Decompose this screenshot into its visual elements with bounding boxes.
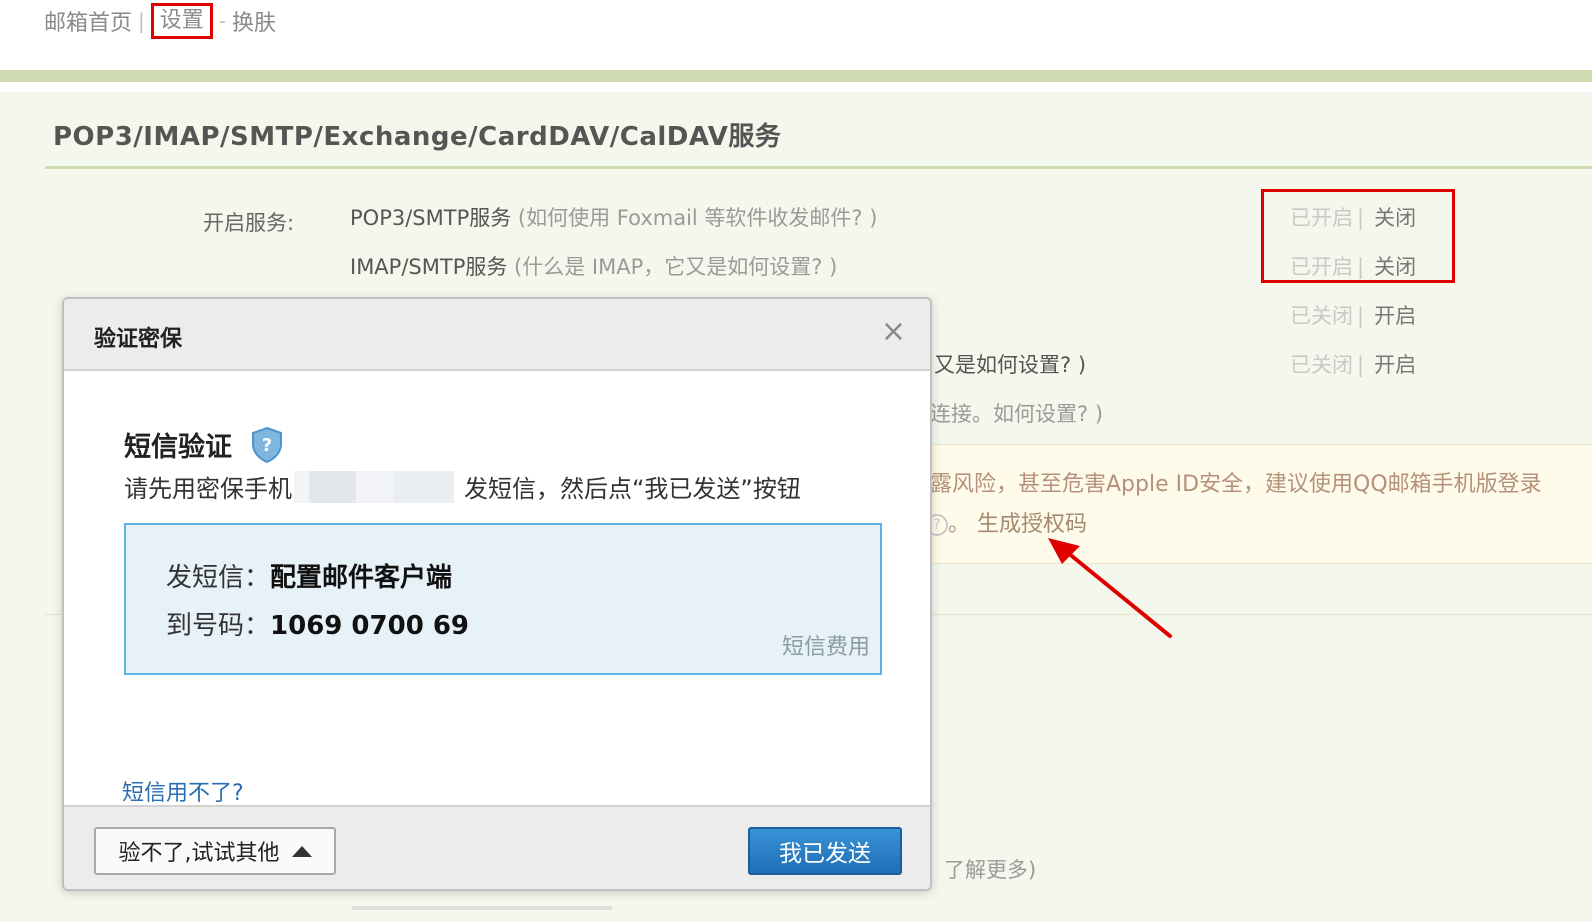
service-status-row: 已关闭 | 开启 (1290, 349, 1416, 379)
service-help-link[interactable]: 连接。如何设置? ) (930, 402, 1103, 426)
service-name: POP3/SMTP服务 (350, 206, 512, 230)
try-other-method-button[interactable]: 验不了,试试其他 (94, 827, 336, 875)
sms-fee-link[interactable]: 短信费用 (782, 629, 870, 661)
status-text: 已关闭 (1290, 353, 1353, 377)
learn-more-link[interactable]: 了解更多) (944, 854, 1036, 884)
nav-change-skin[interactable]: 换肤 (232, 5, 276, 37)
sms-instruction: 请先用密保手机 发短信，然后点“我已发送”按钮 (124, 469, 801, 504)
service-row-pop3: POP3/SMTP服务 (如何使用 Foxmail 等软件收发邮件? ) (350, 202, 877, 232)
sms-heading-text: 短信验证 (124, 432, 232, 463)
sms-unavailable-link[interactable]: 短信用不了? (122, 775, 244, 807)
punctuation: 。 (948, 512, 971, 537)
status-separator: | (1357, 353, 1365, 377)
sms-content-line: 发短信：配置邮件客户端 (166, 557, 452, 594)
top-navigation: 邮箱首页 | 设置 - 换肤 (44, 3, 276, 39)
instruction-prefix: 请先用密保手机 (124, 475, 292, 503)
nav-mailbox-home[interactable]: 邮箱首页 (44, 5, 132, 37)
send-label: 发短信： (166, 563, 271, 593)
status-separator: | (1357, 304, 1365, 328)
service-status-row: 已关闭 | 开启 (1290, 300, 1416, 330)
service-row-partial: 又是如何设置? ) (934, 349, 1086, 379)
service-help-link[interactable]: (如何使用 Foxmail 等软件收发邮件? ) (518, 206, 878, 230)
warning-panel (930, 444, 1592, 564)
service-row-imap: IMAP/SMTP服务 (什么是 IMAP，它又是如何设置? ) (350, 251, 837, 281)
close-icon[interactable]: × (881, 317, 906, 347)
section-title: POP3/IMAP/SMTP/Exchange/CardDAV/CalDAV服务 (53, 122, 782, 152)
service-name: IMAP/SMTP服务 (350, 255, 508, 279)
service-help-link[interactable]: (什么是 IMAP，它又是如何设置? ) (514, 255, 837, 279)
nav-settings[interactable]: 设置 (150, 3, 213, 39)
service-help-link[interactable]: 又是如何设置? ) (934, 353, 1086, 377)
status-text: 已关闭 (1290, 304, 1353, 328)
sms-details-box: 发短信：配置邮件客户端 到号码：1069 0700 69 短信费用 (124, 523, 882, 675)
sms-number-line: 到号码：1069 0700 69 (166, 605, 469, 642)
section-divider (45, 166, 1592, 169)
dialog-title: 验证密保 (94, 327, 183, 352)
instruction-suffix: 发短信，然后点“我已发送”按钮 (464, 475, 801, 503)
cut-off-content (352, 906, 612, 910)
verify-security-dialog: 验证密保 × 短信验证 ? 请先用密保手机 发短信，然后点“我已发送”按钮 发短… (62, 297, 932, 891)
open-service-link[interactable]: 开启 (1374, 353, 1416, 377)
shield-question-icon: ? (252, 426, 282, 463)
header-divider-bar (0, 70, 1592, 82)
service-row-partial: 连接。如何设置? ) (930, 398, 1103, 428)
warning-text: 露风险，甚至危害Apple ID安全，建议使用QQ邮箱手机版登录 (930, 472, 1542, 497)
try-other-label: 验不了,试试其他 (118, 841, 280, 866)
caret-up-icon (291, 845, 312, 857)
dialog-footer: 验不了,试试其他 我已发送 (64, 805, 930, 889)
sms-number: 1069 0700 69 (270, 611, 470, 641)
nav-separator: | (138, 9, 145, 33)
sms-verify-heading: 短信验证 ? (124, 425, 284, 464)
open-service-link[interactable]: 开启 (1374, 304, 1416, 328)
to-number-label: 到号码： (166, 611, 271, 641)
status-highlight-box (1261, 189, 1455, 283)
sms-content: 配置邮件客户端 (270, 563, 453, 593)
enable-service-label: 开启服务: (203, 211, 295, 235)
annotation-arrow-icon (1048, 538, 1172, 638)
i-have-sent-button[interactable]: 我已发送 (748, 827, 902, 875)
svg-text:?: ? (262, 435, 272, 456)
nav-separator: - (218, 9, 226, 33)
masked-phone-number (294, 470, 454, 503)
dialog-header: 验证密保 × (64, 299, 930, 371)
